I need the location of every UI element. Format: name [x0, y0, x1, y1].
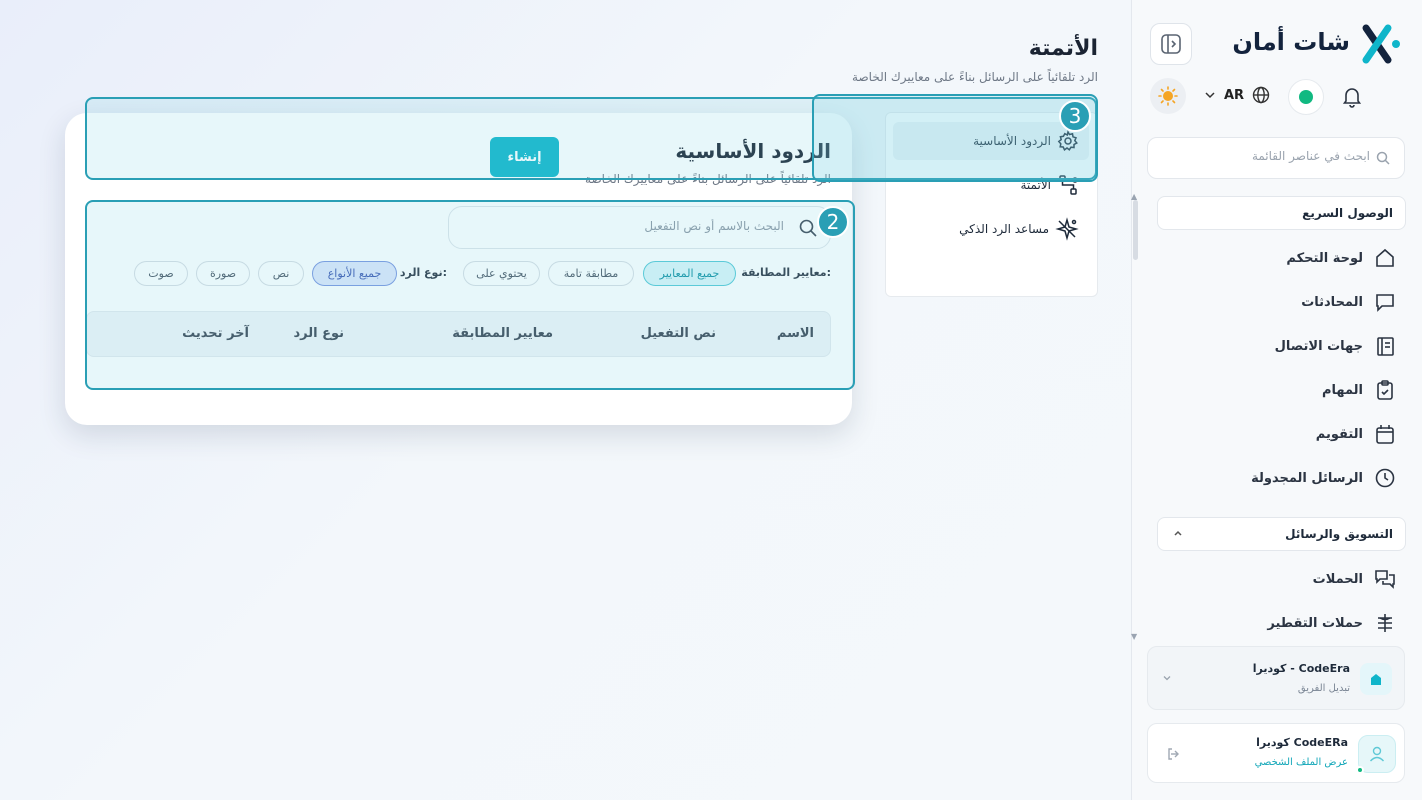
search-icon — [1376, 151, 1390, 165]
language-selector[interactable]: AR — [1204, 86, 1270, 104]
chip-image[interactable]: صورة — [196, 261, 250, 286]
sidebar-item-label: حملات التقطير — [1267, 615, 1363, 631]
card-subtitle: الرد تلقائياً على الرسائل بناءً على معاي… — [585, 172, 831, 186]
home-icon — [1373, 246, 1397, 270]
chip-text[interactable]: نص — [258, 261, 304, 286]
sidebar-item-label: المحادثات — [1301, 294, 1363, 310]
page-title: الأتمتة — [1028, 36, 1098, 61]
type-filter-label: نوع الرد: — [399, 266, 447, 279]
marketing-header[interactable]: التسويق والرسائل — [1157, 517, 1406, 551]
subnav-item-label: الأتمتة — [1020, 178, 1051, 192]
chip-all-types[interactable]: جميع الأنواع — [312, 261, 397, 286]
quick-access-label: الوصول السريع — [1302, 206, 1393, 220]
theme-toggle-button[interactable] — [1150, 78, 1186, 114]
brand-mark-icon — [1358, 22, 1402, 66]
sidebar-item-dashboard[interactable]: لوحة التحكم — [1157, 240, 1397, 276]
sidebar-item-label: جهات الاتصال — [1274, 338, 1363, 354]
language-code: AR — [1224, 87, 1245, 103]
sparkle-icon — [1055, 217, 1079, 241]
sidebar-search-input[interactable] — [1170, 149, 1370, 163]
clock-icon — [1373, 466, 1397, 490]
sidebar-item-label: الحملات — [1312, 571, 1363, 587]
online-status-button[interactable] — [1288, 79, 1324, 115]
sidebar-item-campaigns[interactable]: الحملات — [1157, 561, 1397, 597]
team-switcher[interactable]: كوديرا - CodeEra تبديل الفريق — [1147, 646, 1405, 710]
sidebar-search[interactable] — [1147, 137, 1405, 179]
sidebar-item-scheduled-messages[interactable]: الرسائل المجدولة — [1157, 460, 1397, 496]
sun-icon — [1158, 86, 1178, 106]
logout-icon[interactable] — [1166, 746, 1182, 762]
scroll-down-arrow[interactable]: ▼ — [1131, 632, 1137, 641]
replies-search[interactable] — [448, 206, 831, 249]
sidebar-scrollbar[interactable] — [1133, 200, 1138, 260]
table-header: الاسم نص التفعيل معايير المطابقة نوع الر… — [86, 311, 831, 357]
online-status-dot — [1299, 90, 1313, 104]
sidebar-item-label: التقويم — [1315, 426, 1363, 442]
column-header-last-updated[interactable]: آخر تحديث — [182, 326, 249, 341]
profile-card[interactable]: كوديرا CodeERa عرض الملف الشخصي — [1147, 723, 1405, 783]
flow-icon — [1057, 174, 1079, 196]
sidebar-item-tasks[interactable]: المهام — [1157, 372, 1397, 408]
sidebar-item-label: الرسائل المجدولة — [1251, 470, 1363, 486]
subnav-item-label: الردود الأساسية — [973, 134, 1051, 148]
card-title: الردود الأساسية — [675, 139, 831, 163]
subnav-item-ai-assistant[interactable]: مساعد الرد الذكي — [893, 210, 1089, 248]
team-name: كوديرا - CodeEra — [1252, 662, 1350, 675]
brand-name: شات أمان — [1232, 28, 1350, 56]
contacts-icon — [1373, 334, 1397, 358]
replies-search-input[interactable] — [484, 219, 784, 233]
chip-audio[interactable]: صوت — [134, 261, 188, 286]
subnav-item-label: مساعد الرد الذكي — [959, 222, 1049, 236]
drip-icon — [1373, 611, 1397, 635]
sidebar-item-drip-campaigns[interactable]: حملات التقطير — [1157, 605, 1397, 641]
clipboard-check-icon — [1373, 378, 1397, 402]
annotation-badge-3: 3 — [1059, 100, 1091, 132]
chip-exact-match[interactable]: مطابقة تامة — [548, 261, 634, 286]
chevron-up-icon — [1172, 527, 1184, 539]
sidebar-item-contacts[interactable]: جهات الاتصال — [1157, 328, 1397, 364]
bell-icon — [1342, 88, 1362, 108]
create-button[interactable]: إنشاء — [490, 137, 559, 177]
quick-access-header[interactable]: الوصول السريع — [1157, 196, 1406, 230]
globe-icon — [1252, 86, 1270, 104]
chevron-down-icon — [1162, 673, 1172, 683]
calendar-icon — [1373, 422, 1397, 446]
view-profile-link[interactable]: عرض الملف الشخصي — [1255, 757, 1348, 768]
brand-logo[interactable]: شات أمان — [1232, 22, 1402, 66]
switch-team-label: تبديل الفريق — [1297, 683, 1350, 694]
chip-contains[interactable]: يحتوي على — [463, 261, 540, 286]
chats-icon — [1373, 567, 1397, 591]
column-header-reply-type[interactable]: نوع الرد — [293, 326, 344, 341]
search-icon — [798, 218, 818, 238]
page-subtitle: الرد تلقائياً على الرسائل بناءً على معاي… — [852, 70, 1098, 84]
sidebar-toggle-icon — [1161, 34, 1181, 54]
profile-name: كوديرا CodeERa — [1256, 736, 1348, 749]
annotation-badge-2: 2 — [817, 206, 849, 238]
sidebar-item-label: لوحة التحكم — [1286, 250, 1363, 266]
collapse-sidebar-button[interactable] — [1150, 23, 1192, 65]
column-header-trigger[interactable]: نص التفعيل — [641, 326, 716, 341]
subnav-item-basic-replies[interactable]: الردود الأساسية — [893, 122, 1089, 160]
chip-all-criteria[interactable]: جميع المعايير — [643, 261, 736, 286]
sidebar-item-conversations[interactable]: المحادثات — [1157, 284, 1397, 320]
sidebar-item-label: المهام — [1321, 382, 1363, 398]
marketing-label: التسويق والرسائل — [1285, 527, 1393, 541]
column-header-match-criteria[interactable]: معايير المطابقة — [452, 326, 553, 341]
gear-icon — [1057, 130, 1079, 152]
subnav-item-automation[interactable]: الأتمتة — [893, 166, 1089, 204]
chat-icon — [1373, 290, 1397, 314]
match-filter-label: معايير المطابقة: — [741, 266, 831, 279]
sidebar-item-calendar[interactable]: التقويم — [1157, 416, 1397, 452]
chevron-down-icon — [1205, 92, 1215, 99]
column-header-name[interactable]: الاسم — [777, 326, 814, 341]
team-building-icon — [1360, 663, 1392, 695]
user-icon — [1369, 746, 1385, 762]
online-indicator — [1356, 766, 1364, 774]
notifications-button[interactable] — [1340, 84, 1364, 108]
avatar[interactable] — [1358, 735, 1396, 773]
